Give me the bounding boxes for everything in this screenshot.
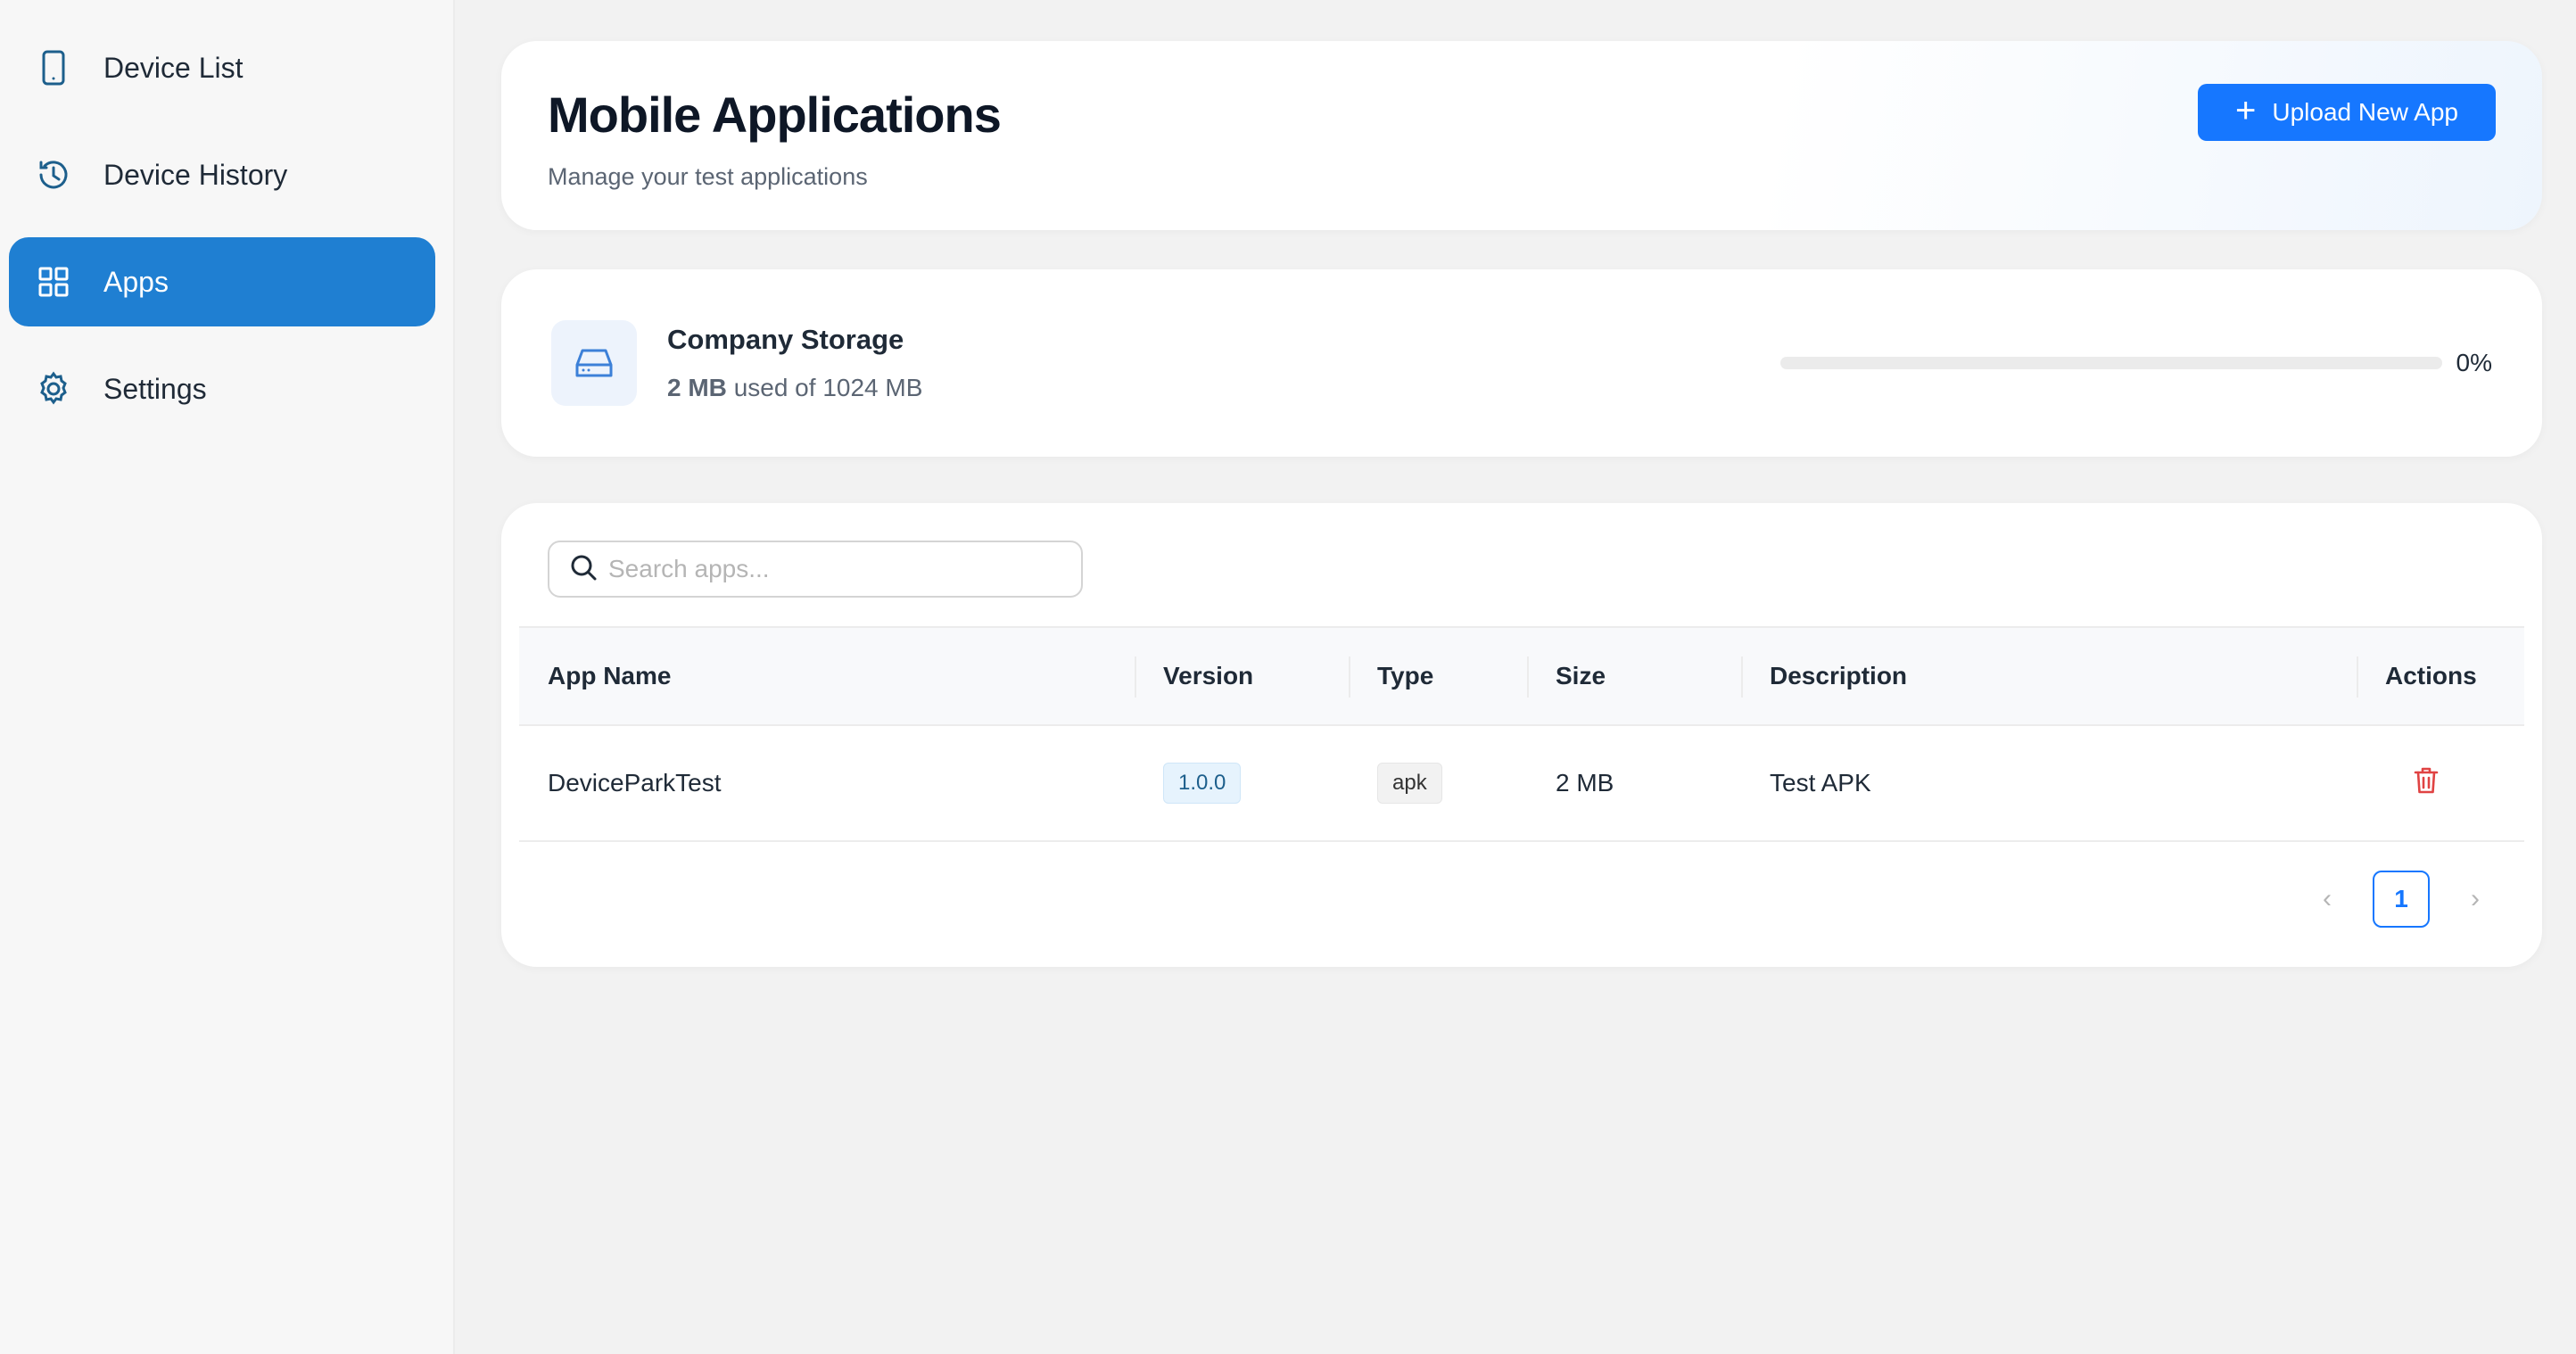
progress-percent-label: 0%	[2456, 349, 2492, 376]
table-header-row: App Name Version Type Size Description A…	[519, 627, 2524, 725]
apps-table-card: App Name Version Type Size Description A…	[501, 503, 2542, 967]
cell-app-name: DeviceParkTest	[519, 724, 1135, 842]
search-box	[548, 541, 1083, 598]
sidebar-item-apps[interactable]: Apps	[9, 237, 435, 326]
version-tag: 1.0.0	[1163, 763, 1242, 804]
sidebar-item-label: Device History	[103, 158, 288, 191]
storage-used-suffix: used of 1024 MB	[733, 374, 923, 401]
type-tag: apk	[1377, 763, 1442, 804]
cell-version: 1.0.0	[1135, 724, 1349, 842]
pagination: ‹ 1 ›	[2305, 871, 2498, 928]
phone-icon	[36, 50, 71, 86]
column-header-type[interactable]: Type	[1349, 627, 1527, 725]
upload-new-app-button[interactable]: + Upload New App	[2198, 84, 2496, 141]
storage-usage: 2 MB used of 1024 MB	[667, 374, 922, 402]
table-row[interactable]: DeviceParkTest 1.0.0 apk 2 MB Test APK	[519, 724, 2524, 842]
sidebar-item-label: Apps	[103, 265, 169, 298]
column-header-description[interactable]: Description	[1741, 627, 2357, 725]
progress-track	[1779, 357, 2442, 369]
storage-info: Company Storage 2 MB used of 1024 MB	[667, 324, 922, 402]
sidebar-item-settings[interactable]: Settings	[9, 344, 435, 433]
search-icon	[569, 553, 598, 586]
page-header: Mobile Applications Manage your test app…	[501, 41, 2542, 230]
storage-card: Company Storage 2 MB used of 1024 MB 0%	[501, 269, 2542, 457]
sidebar-item-device-history[interactable]: Device History	[9, 130, 435, 219]
column-header-app-name[interactable]: App Name	[519, 627, 1135, 725]
storage-used-value: 2 MB	[667, 374, 727, 401]
sidebar-item-label: Device List	[103, 51, 244, 84]
hard-drive-icon	[551, 320, 637, 406]
cell-description: Test APK	[1741, 724, 2357, 842]
app-root: Device List Device History Apps Settings…	[0, 0, 2576, 1354]
chevron-left-icon[interactable]: ‹	[2305, 884, 2349, 914]
cell-type: apk	[1349, 724, 1527, 842]
storage-progress: 0%	[1779, 349, 2492, 377]
sidebar-item-device-list[interactable]: Device List	[9, 23, 435, 112]
gear-icon	[36, 371, 71, 407]
page-subtitle: Manage your test applications	[548, 163, 868, 190]
history-icon	[36, 157, 71, 193]
apps-table: App Name Version Type Size Description A…	[519, 626, 2524, 842]
main-content: Mobile Applications Manage your test app…	[455, 0, 2576, 1354]
sidebar: Device List Device History Apps Settings	[0, 0, 455, 1354]
plus-icon: +	[2235, 91, 2257, 130]
page-number-current[interactable]: 1	[2373, 871, 2430, 928]
column-header-version[interactable]: Version	[1135, 627, 1349, 725]
upload-button-label: Upload New App	[2272, 98, 2458, 126]
cell-size: 2 MB	[1527, 724, 1741, 842]
grid-icon	[36, 264, 71, 300]
storage-title: Company Storage	[667, 324, 904, 355]
chevron-right-icon[interactable]: ›	[2453, 884, 2498, 914]
sidebar-item-label: Settings	[103, 372, 207, 405]
cell-actions	[2357, 724, 2524, 842]
trash-icon[interactable]	[2414, 766, 2439, 795]
search-input[interactable]	[608, 555, 1072, 583]
column-header-size[interactable]: Size	[1527, 627, 1741, 725]
column-header-actions: Actions	[2357, 627, 2524, 725]
